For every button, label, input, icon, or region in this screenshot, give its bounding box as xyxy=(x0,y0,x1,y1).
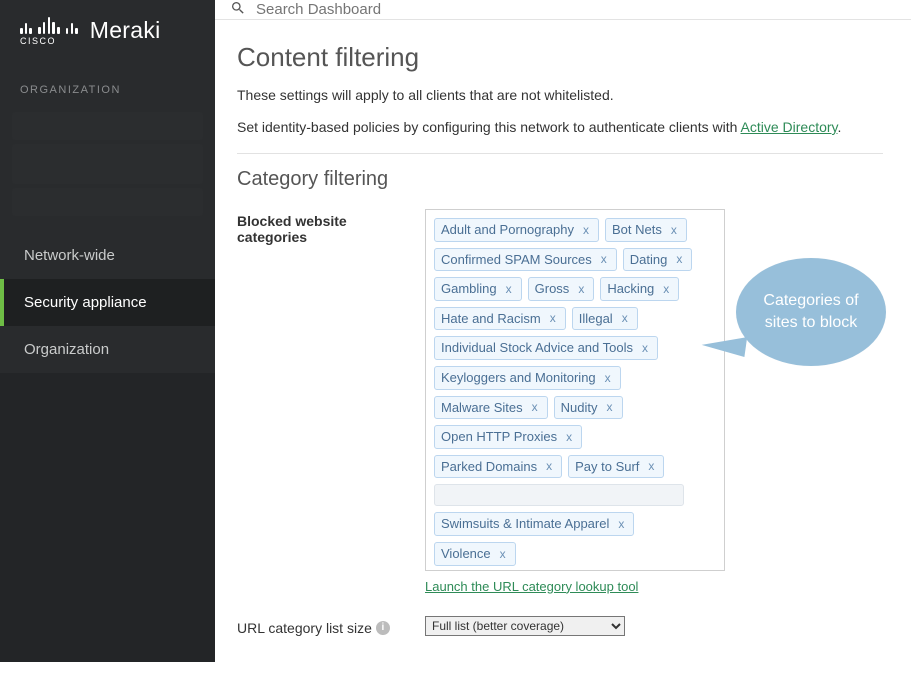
tag-label: Confirmed SPAM Sources xyxy=(441,252,592,268)
url-list-size-label-text: URL category list size xyxy=(237,620,372,636)
tag-remove-icon[interactable]: x xyxy=(604,400,616,414)
tag-label: Hate and Racism xyxy=(441,311,541,327)
tag-label: Gross xyxy=(535,281,570,297)
category-tag[interactable]: Hate and Racism x xyxy=(434,307,566,331)
section-title: Category filtering xyxy=(237,168,883,191)
category-tag[interactable]: Datingx xyxy=(623,248,693,272)
category-tag[interactable]: Parked Domains x xyxy=(434,455,562,479)
active-directory-link[interactable]: Active Directory xyxy=(741,119,838,135)
blocked-categories-label: Blocked website categories xyxy=(237,209,415,245)
category-tag[interactable]: Pay to Surf x xyxy=(568,455,664,479)
category-tag[interactable]: Bot Nets x xyxy=(605,218,687,242)
tag-label: Swimsuits & Intimate Apparel xyxy=(441,516,609,532)
tag-remove-icon[interactable]: x xyxy=(619,311,631,325)
tag-remove-icon[interactable]: x xyxy=(602,371,614,385)
tag-label: Violence xyxy=(441,546,491,562)
tag-remove-icon[interactable]: x xyxy=(543,459,555,473)
category-tag[interactable]: Keyloggers and Monitoring x xyxy=(434,366,621,390)
tag-remove-icon[interactable]: x xyxy=(529,400,541,414)
sidebar: CISCO Meraki ORGANIZATION Network-wide S… xyxy=(0,0,215,662)
category-tag[interactable] xyxy=(434,484,684,506)
category-tag[interactable]: Hacking x xyxy=(600,277,679,301)
tag-label: Malware Sites xyxy=(441,400,523,416)
cisco-logo: CISCO xyxy=(20,14,78,46)
url-list-size-select[interactable]: Full list (better coverage) xyxy=(425,616,625,636)
category-tag[interactable]: Adult and Pornography x xyxy=(434,218,599,242)
tag-label: Open HTTP Proxies xyxy=(441,429,557,445)
brand-text: Meraki xyxy=(90,17,161,44)
category-tag[interactable]: Nudityx xyxy=(554,396,623,420)
desc2-prefix: Set identity-based policies by configuri… xyxy=(237,119,741,135)
info-icon[interactable]: i xyxy=(376,621,390,635)
category-tag[interactable]: Malware Sites x xyxy=(434,396,548,420)
tag-remove-icon[interactable]: x xyxy=(575,282,587,296)
cisco-bars-icon xyxy=(20,14,78,34)
logo: CISCO Meraki xyxy=(0,0,215,56)
tag-label: Keyloggers and Monitoring xyxy=(441,370,596,386)
category-tag[interactable]: Confirmed SPAM Sources x xyxy=(434,248,617,272)
category-tag[interactable]: Open HTTP Proxies x xyxy=(434,425,582,449)
tag-label: Nudity xyxy=(561,400,598,416)
tag-label: Dating xyxy=(630,252,668,268)
sidebar-item-security-appliance[interactable]: Security appliance xyxy=(0,279,215,326)
tag-remove-icon[interactable]: x xyxy=(615,517,627,531)
sidebar-item-organization[interactable]: Organization xyxy=(0,326,215,373)
content: Content filtering These settings will ap… xyxy=(215,20,911,688)
blocked-categories-tagbox[interactable]: Adult and PornographyxBot NetsxConfirmed… xyxy=(425,209,725,571)
tag-label: Individual Stock Advice and Tools xyxy=(441,340,633,356)
search-bar xyxy=(215,0,911,20)
url-list-size-row: URL category list size i Full list (bett… xyxy=(237,616,883,636)
divider xyxy=(237,153,883,154)
launch-url-lookup-link[interactable]: Launch the URL category lookup tool xyxy=(425,579,638,594)
tag-label: Parked Domains xyxy=(441,459,537,475)
tag-remove-icon[interactable]: x xyxy=(497,547,509,561)
category-tag[interactable]: Grossx xyxy=(528,277,595,301)
org-placeholder-block xyxy=(0,104,215,232)
category-tag[interactable]: Swimsuits & Intimate Apparel x xyxy=(434,512,634,536)
tag-remove-icon[interactable]: x xyxy=(563,430,575,444)
tag-remove-icon[interactable]: x xyxy=(547,311,559,325)
page-desc-1: These settings will apply to all clients… xyxy=(237,87,883,103)
tag-remove-icon[interactable]: x xyxy=(503,282,515,296)
tag-label: Adult and Pornography xyxy=(441,222,574,238)
cisco-text: CISCO xyxy=(20,36,78,46)
tag-label: Gambling xyxy=(441,281,497,297)
tag-label: Hacking xyxy=(607,281,654,297)
page-desc-2: Set identity-based policies by configuri… xyxy=(237,119,883,135)
url-list-size-label: URL category list size i xyxy=(237,616,415,636)
search-icon xyxy=(230,0,246,19)
tag-label: Illegal xyxy=(579,311,613,327)
category-tag[interactable]: Individual Stock Advice and Tools x xyxy=(434,336,658,360)
category-tag[interactable]: Gambling x xyxy=(434,277,522,301)
category-tag[interactable]: Violence x xyxy=(434,542,516,566)
desc2-suffix: . xyxy=(838,119,842,135)
search-input[interactable] xyxy=(256,1,896,18)
tag-label: Pay to Surf xyxy=(575,459,639,475)
blocked-categories-row: Blocked website categories Adult and Por… xyxy=(237,209,883,594)
tag-remove-icon[interactable]: x xyxy=(580,223,592,237)
page-title: Content filtering xyxy=(237,42,883,73)
tag-remove-icon[interactable]: x xyxy=(639,341,651,355)
sidebar-section-label: ORGANIZATION xyxy=(0,56,215,104)
sidebar-item-network-wide[interactable]: Network-wide xyxy=(0,232,215,279)
tag-remove-icon[interactable]: x xyxy=(598,252,610,266)
main: Content filtering These settings will ap… xyxy=(215,0,911,662)
category-tag[interactable]: Illegal x xyxy=(572,307,638,331)
tag-label: Bot Nets xyxy=(612,222,662,238)
tag-remove-icon[interactable]: x xyxy=(673,252,685,266)
tag-remove-icon[interactable]: x xyxy=(645,459,657,473)
tag-remove-icon[interactable]: x xyxy=(660,282,672,296)
sidebar-filler xyxy=(0,373,215,662)
tag-remove-icon[interactable]: x xyxy=(668,223,680,237)
